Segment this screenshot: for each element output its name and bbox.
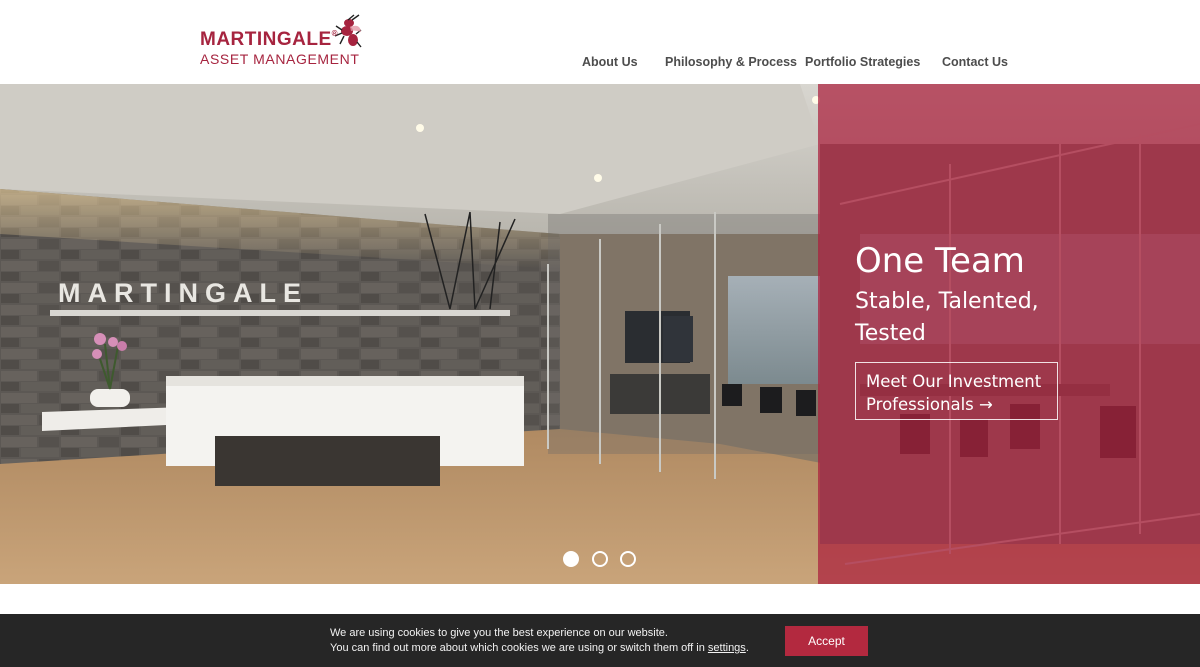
main-nav: About Us Philosophy & Process Portfolio …	[0, 55, 1200, 73]
hero-slider: MARTINGALE One Team Stable, Talented, Te…	[0, 84, 1200, 584]
slide-dot-2[interactable]	[592, 551, 608, 567]
cookie-message-line2: You can find out more about which cookie…	[330, 641, 749, 656]
logo-name: MARTINGALE	[200, 29, 332, 50]
cookie-line2-prefix: You can find out more about which cookie…	[330, 642, 708, 654]
cookie-line2-suffix: .	[745, 642, 749, 654]
nav-about-us[interactable]: About Us	[582, 55, 638, 69]
hero-subtitle: Stable, Talented, Tested	[855, 289, 1039, 346]
site-header: MARTINGALE® ASSET MANAGEMENT About Us Ph…	[0, 0, 1200, 84]
accept-cookies-button[interactable]: Accept	[785, 626, 868, 656]
cookie-notice-bar: We are using cookies to give you the bes…	[0, 614, 1200, 667]
ant-logo-icon	[334, 14, 362, 48]
hero-title: One Team	[855, 241, 1025, 281]
logo-registered-mark: ®	[331, 29, 339, 38]
meet-professionals-button[interactable]: Meet Our Investment Professionals →	[855, 362, 1058, 420]
cookie-settings-link[interactable]: settings	[708, 642, 746, 654]
cookie-message: We are using cookies to give you the bes…	[330, 626, 749, 656]
nav-philosophy-process[interactable]: Philosophy & Process	[665, 55, 797, 69]
nav-contact-us[interactable]: Contact Us	[942, 55, 1008, 69]
slide-dot-1[interactable]	[563, 551, 579, 567]
wall-sign-text: MARTINGALE	[58, 278, 308, 308]
logo-wordmark: MARTINGALE®	[200, 29, 339, 50]
nav-portfolio-strategies[interactable]: Portfolio Strategies	[805, 55, 920, 69]
slider-pagination	[563, 551, 643, 569]
cookie-message-line1: We are using cookies to give you the bes…	[330, 627, 668, 639]
slide-dot-3[interactable]	[620, 551, 636, 567]
